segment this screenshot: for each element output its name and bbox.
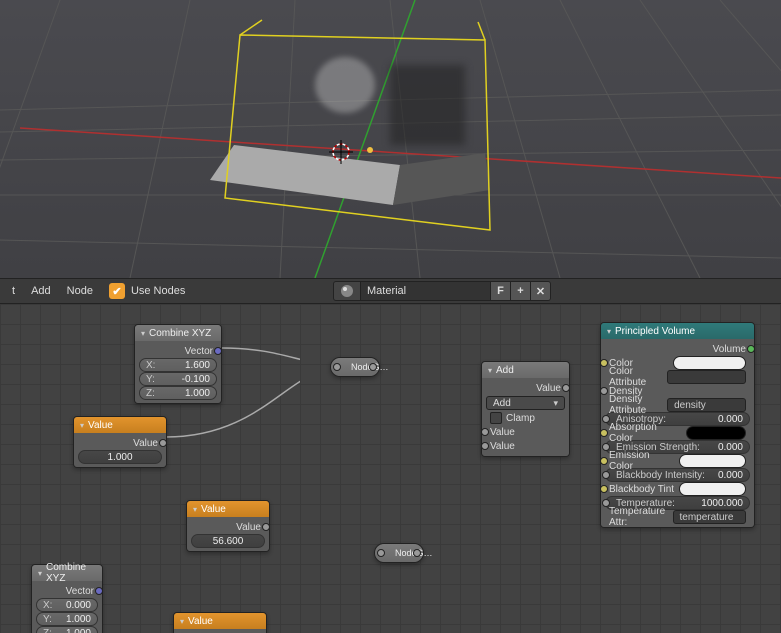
field-density-attribute[interactable]: density — [667, 398, 746, 412]
node-title: Add — [496, 365, 514, 376]
material-name-field[interactable]: Material — [361, 281, 491, 301]
socket-input-blackbody-intensity[interactable] — [602, 471, 610, 479]
socket-input-value-2[interactable] — [481, 442, 489, 450]
socket-out[interactable] — [369, 363, 377, 371]
material-remove-button[interactable]: ✕ — [531, 281, 551, 301]
material-add-button[interactable]: + — [511, 281, 531, 301]
label-density-attribute: Density Attribute — [609, 394, 663, 416]
swatch-blackbody-tint[interactable] — [679, 482, 747, 496]
material-preview-icon[interactable] — [333, 281, 361, 301]
node-title: Value — [201, 504, 226, 515]
node-combine-xyz-1[interactable]: ▾Combine XYZ Vector X:1.600 Y:-0.100 Z:1… — [134, 324, 222, 404]
field-x[interactable]: X:1.600 — [139, 358, 217, 372]
socket-label: Vector — [66, 586, 94, 597]
swatch-color[interactable] — [673, 356, 746, 370]
node-principled-volume[interactable]: ▾Principled Volume Volume Color Color At… — [600, 322, 755, 528]
socket-input-color[interactable] — [600, 359, 608, 367]
menu-node[interactable]: Node — [59, 285, 101, 297]
menu-add[interactable]: Add — [23, 285, 59, 297]
socket-output-value[interactable] — [159, 439, 167, 447]
socket-output-value[interactable] — [262, 523, 270, 531]
field-temp-attribute[interactable]: temperature — [673, 510, 747, 524]
label-blackbody-tint: Blackbody Tint — [609, 484, 675, 495]
socket-label: Value — [236, 522, 261, 533]
node-group-2[interactable]: NodeG… — [374, 543, 424, 563]
field-x[interactable]: X:0.000 — [36, 598, 98, 612]
socket-input-density[interactable] — [600, 387, 608, 395]
swatch-emission[interactable] — [679, 454, 747, 468]
field-value[interactable]: 1.000 — [78, 450, 162, 464]
field-z[interactable]: Z:1.000 — [36, 626, 98, 633]
material-fake-user-button[interactable]: F — [491, 281, 511, 301]
field-value[interactable]: 56.600 — [191, 534, 265, 548]
node-group-1[interactable]: NodeG… — [330, 357, 380, 377]
field-color-attribute[interactable] — [667, 370, 746, 384]
socket-in[interactable] — [377, 549, 385, 557]
node-editor-header: t Add Node ✔ Use Nodes Material F + ✕ — [0, 278, 781, 304]
checkbox-use-nodes[interactable]: ✔ — [109, 283, 125, 299]
viewport-3d[interactable] — [0, 0, 781, 278]
node-title: Principled Volume — [615, 326, 695, 337]
node-title: Combine XYZ — [149, 328, 211, 339]
socket-input-blackbody-tint[interactable] — [600, 485, 608, 493]
node-value-2[interactable]: ▾Value Value 56.600 — [186, 500, 270, 552]
socket-in[interactable] — [333, 363, 341, 371]
node-combine-xyz-2[interactable]: ▾Combine XYZ Vector X:0.000 Y:1.000 Z:1.… — [31, 564, 103, 633]
header-truncated[interactable]: t — [4, 285, 23, 297]
socket-output-vector[interactable] — [214, 347, 222, 355]
socket-out[interactable] — [413, 549, 421, 557]
node-title: Value — [188, 616, 213, 627]
node-title: Combine XYZ — [46, 562, 96, 584]
socket-label: Value — [490, 427, 561, 438]
socket-label: Value — [490, 441, 561, 452]
socket-input-emission-color[interactable] — [600, 457, 608, 465]
node-value-1[interactable]: ▾Value Value 1.000 — [73, 416, 167, 468]
socket-label: Vector — [185, 346, 213, 357]
field-y[interactable]: Y:-0.100 — [139, 372, 217, 386]
node-value-3[interactable]: ▾Value Value — [173, 612, 267, 633]
label-temp-attribute: Temperature Attr: — [609, 506, 669, 528]
socket-label: Volume — [713, 344, 746, 355]
label-absorption: Absorption Color — [609, 422, 682, 444]
swatch-absorption[interactable] — [686, 426, 746, 440]
socket-input-value-1[interactable] — [481, 428, 489, 436]
node-math-add[interactable]: ▾Add Value Add Clamp Value Value — [481, 361, 570, 457]
label-clamp: Clamp — [506, 413, 535, 424]
label-emission-color: Emission Color — [609, 450, 675, 472]
node-editor[interactable]: ▾Combine XYZ Vector X:1.600 Y:-0.100 Z:1… — [0, 304, 781, 633]
material-picker: Material F + ✕ — [333, 281, 551, 301]
socket-label: Value — [133, 438, 158, 449]
socket-label: Value — [536, 383, 561, 394]
socket-input-absorption[interactable] — [600, 429, 608, 437]
checkbox-clamp[interactable] — [490, 412, 502, 424]
field-z[interactable]: Z:1.000 — [139, 386, 217, 400]
socket-output-volume[interactable] — [747, 345, 755, 353]
label-use-nodes: Use Nodes — [125, 285, 185, 297]
field-y[interactable]: Y:1.000 — [36, 612, 98, 626]
dropdown-operation[interactable]: Add — [486, 396, 565, 410]
node-title: Value — [88, 420, 113, 431]
socket-output-value[interactable] — [562, 384, 570, 392]
socket-output-vector[interactable] — [95, 587, 103, 595]
